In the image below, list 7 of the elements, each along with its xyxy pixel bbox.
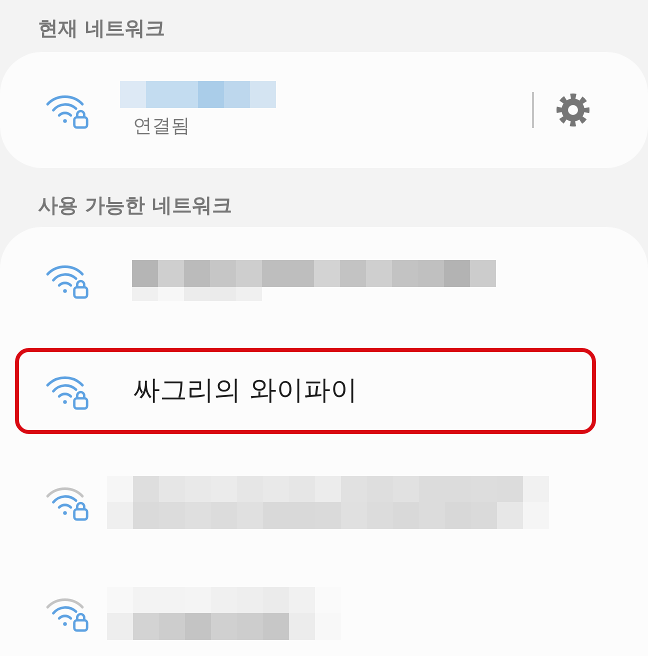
settings-icon xyxy=(556,93,590,127)
connection-status: 연결됨 xyxy=(133,114,190,139)
section-heading: 현재 네트워크 xyxy=(37,15,166,42)
network-row[interactable]: 싸그리의 와이파이 xyxy=(15,348,596,434)
section-heading: 사용 가능한 네트워크 xyxy=(37,192,233,219)
settings-button[interactable] xyxy=(556,93,590,127)
network-name: 싸그리의 와이파이 xyxy=(133,374,358,408)
